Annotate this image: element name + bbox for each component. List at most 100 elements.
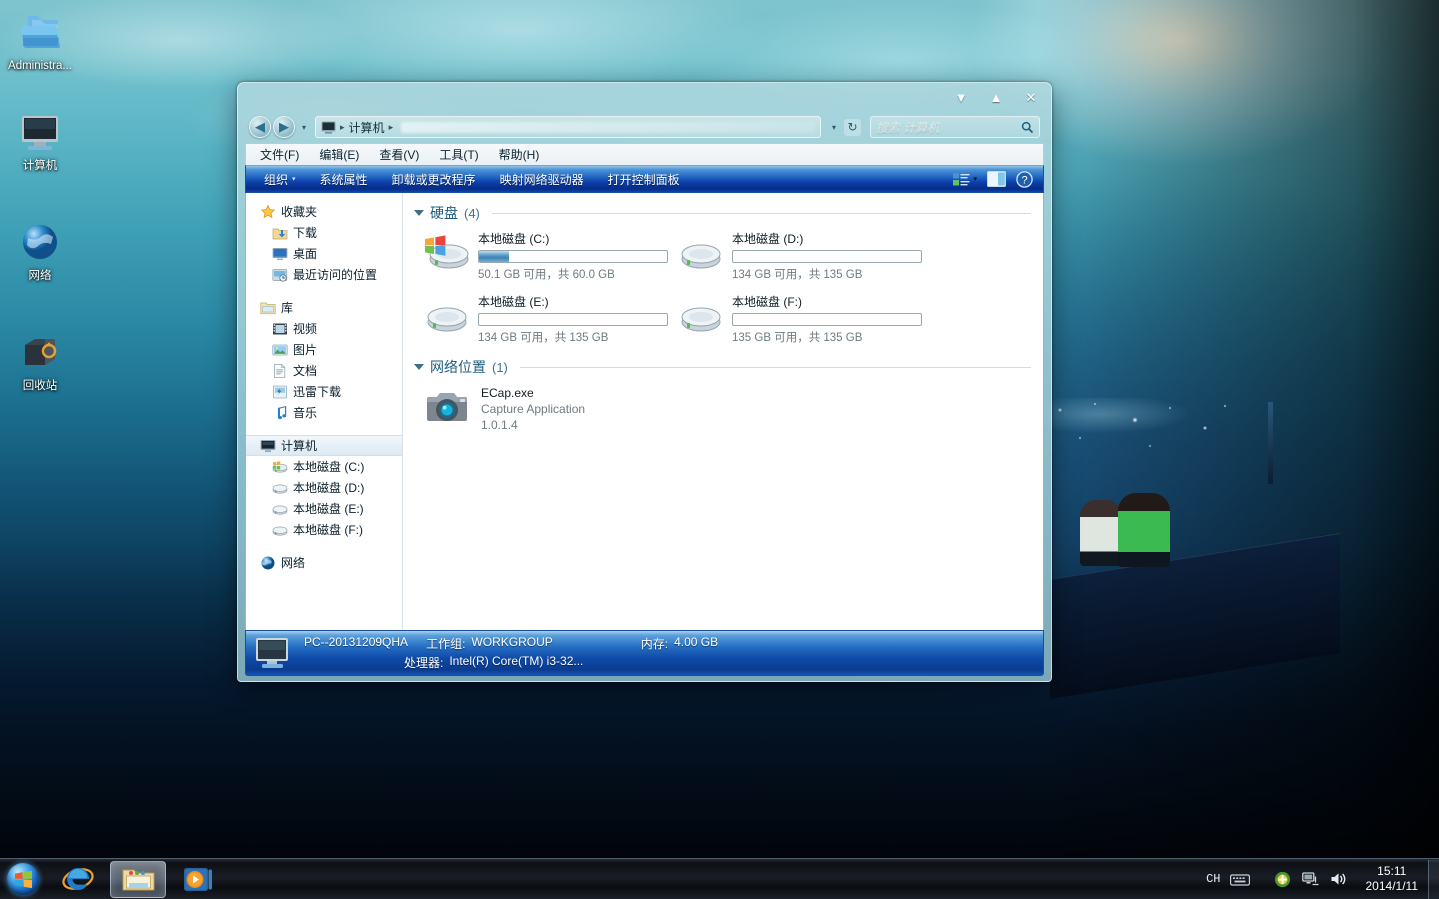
- refresh-icon[interactable]: ↻: [844, 118, 861, 136]
- recycle-bin-icon: [2, 328, 78, 376]
- nav-label-videos: 视频: [293, 322, 318, 336]
- group-divider: [491, 212, 1031, 214]
- nav-label-documents: 文档: [293, 364, 318, 378]
- drive-usage-fill-c: [479, 251, 510, 262]
- search-input[interactable]: 搜索 计算机: [870, 116, 1040, 138]
- drive-info-e: 本地磁盘 (E:) 134 GB 可用，共 135 GB: [478, 294, 668, 345]
- clock-date: 2014/1/11: [1365, 879, 1419, 893]
- clock[interactable]: 15:11 2014/1/11: [1360, 864, 1427, 894]
- clock-time: 15:11: [1377, 864, 1407, 878]
- nav-item-thunder-download[interactable]: 迅雷下载: [246, 381, 402, 402]
- drive-item-f[interactable]: 本地磁盘 (F:) 135 GB 可用，共 135 GB: [675, 292, 929, 347]
- window-titlebar[interactable]: ▼ ▲ ✕: [245, 83, 1044, 111]
- system-properties-button[interactable]: 系统属性: [308, 168, 380, 191]
- network-item-ecap[interactable]: ECap.exe Capture Application 1.0.1.4: [421, 383, 1043, 435]
- nav-label-network: 网络: [281, 556, 306, 570]
- start-button[interactable]: [0, 860, 46, 899]
- folder-icon: [2, 8, 78, 56]
- collapse-triangle-icon[interactable]: [414, 210, 424, 216]
- nav-item-drive-e[interactable]: 本地磁盘 (E:): [246, 498, 402, 519]
- taskbar-item-windows-explorer[interactable]: [110, 860, 166, 898]
- show-desktop-button[interactable]: [1428, 859, 1439, 899]
- tray-icons: [1262, 871, 1360, 888]
- desktop-icon-recycle-bin[interactable]: 回收站: [2, 328, 78, 393]
- command-bar-right: ▾ ?: [953, 170, 1037, 188]
- back-button[interactable]: ◀: [249, 116, 271, 138]
- help-icon[interactable]: ?: [1016, 170, 1033, 188]
- explorer-folder-icon: [122, 865, 155, 893]
- menu-view[interactable]: 查看(V): [371, 144, 427, 165]
- keyboard-icon[interactable]: [1229, 872, 1250, 887]
- menu-tools[interactable]: 工具(T): [431, 144, 486, 165]
- close-button[interactable]: ✕: [1018, 88, 1044, 106]
- history-dropdown-icon[interactable]: ▾: [300, 123, 308, 132]
- uninstall-change-program-button[interactable]: 卸载或更改程序: [380, 168, 488, 191]
- status-memory-value: 4.00 GB: [674, 635, 719, 649]
- system-drive-icon: [423, 231, 471, 271]
- maximize-button[interactable]: ▲: [983, 88, 1009, 106]
- shield-update-icon[interactable]: [1274, 871, 1291, 888]
- address-bar-empty-area[interactable]: [401, 121, 815, 133]
- drive-info-f: 本地磁盘 (F:) 135 GB 可用，共 135 GB: [732, 294, 922, 345]
- menu-file[interactable]: 文件(F): [252, 144, 307, 165]
- desktop-icon-computer[interactable]: 计算机: [2, 108, 78, 173]
- open-control-panel-button[interactable]: 打开控制面板: [596, 168, 692, 191]
- nav-item-drive-d[interactable]: 本地磁盘 (D:): [246, 477, 402, 498]
- taskbar[interactable]: CH 15:11 2014/1/11: [0, 858, 1439, 899]
- nav-item-drive-c[interactable]: 本地磁盘 (C:): [246, 456, 402, 477]
- forward-button[interactable]: ▶: [273, 116, 295, 138]
- minimize-button[interactable]: ▼: [948, 88, 974, 106]
- desktop-icon-network[interactable]: 网络: [2, 218, 78, 283]
- content-pane[interactable]: 硬盘 (4) 本地磁盘 (C:) 50.1 GB 可用，共 60.0 GB 本地…: [403, 193, 1043, 630]
- explorer-window[interactable]: ▼ ▲ ✕ ◀ ▶ ▾ ▸ 计算机 ▸ ▾ ↻ 搜索 计算机 文件(F) 编辑(…: [237, 82, 1052, 682]
- nav-label-drive-c: 本地磁盘 (C:): [293, 460, 365, 474]
- nav-item-videos[interactable]: 视频: [246, 318, 402, 339]
- drive-capacity-c: 50.1 GB 可用，共 60.0 GB: [478, 269, 615, 281]
- wallpaper-post: [1268, 402, 1273, 484]
- status-line-2: 处理器: Intel(R) Core(TM) i3-32...: [304, 654, 718, 671]
- nav-item-pictures[interactable]: 图片: [246, 339, 402, 360]
- wallpaper-pier: [1050, 533, 1340, 699]
- network-item-version: 1.0.1.4: [481, 418, 518, 432]
- collapse-triangle-icon-network[interactable]: [414, 364, 424, 370]
- nav-item-music[interactable]: 音乐: [246, 402, 402, 423]
- view-layout-icon[interactable]: ▾: [953, 172, 977, 187]
- recent-locations-icon[interactable]: ▾: [830, 123, 838, 132]
- group-header-network[interactable]: 网络位置 (1): [411, 357, 1043, 377]
- volume-icon[interactable]: [1330, 871, 1348, 887]
- desktop[interactable]: Administra... 计算机 网络 回收站 ▼ ▲ ✕ ◀ ▶ ▾ ▸ 计…: [0, 0, 1439, 899]
- navigation-pane[interactable]: 收藏夹 下载 桌面 最近访问的位置 库 视频 图片 文档 迅雷下载 音乐 计算机…: [246, 193, 403, 630]
- recent-places-icon: [272, 267, 288, 283]
- address-bar[interactable]: ▸ 计算机 ▸: [315, 116, 821, 138]
- nav-item-recent-places[interactable]: 最近访问的位置: [246, 264, 402, 285]
- nav-group-libraries[interactable]: 库: [246, 297, 402, 318]
- preview-pane-icon[interactable]: [987, 171, 1006, 187]
- globe-icon: [2, 218, 78, 266]
- video-icon: [272, 321, 288, 337]
- nav-item-downloads[interactable]: 下载: [246, 222, 402, 243]
- breadcrumb-separator-icon-2[interactable]: ▸: [389, 122, 394, 133]
- nav-spacer-3: [246, 540, 402, 552]
- breadcrumb-computer[interactable]: 计算机: [349, 119, 385, 136]
- nav-group-network[interactable]: 网络: [246, 552, 402, 573]
- nav-item-drive-f[interactable]: 本地磁盘 (F:): [246, 519, 402, 540]
- drive-item-d[interactable]: 本地磁盘 (D:) 134 GB 可用，共 135 GB: [675, 229, 929, 284]
- desktop-icon-administrator[interactable]: Administra...: [2, 8, 78, 73]
- menu-edit[interactable]: 编辑(E): [311, 144, 367, 165]
- nav-group-favorites[interactable]: 收藏夹: [246, 201, 402, 222]
- group-header-hdd[interactable]: 硬盘 (4): [411, 203, 1043, 223]
- status-computer-name: PC--20131209QHA: [304, 635, 409, 649]
- organize-button[interactable]: 组织 ▾: [252, 168, 308, 191]
- taskbar-item-internet-explorer[interactable]: [50, 861, 106, 898]
- taskbar-item-media-player[interactable]: [170, 861, 226, 898]
- drive-item-c[interactable]: 本地磁盘 (C:) 50.1 GB 可用，共 60.0 GB: [421, 229, 675, 284]
- network-icon[interactable]: [1301, 871, 1319, 888]
- map-network-drive-button[interactable]: 映射网络驱动器: [488, 168, 596, 191]
- menu-help[interactable]: 帮助(H): [491, 144, 548, 165]
- nav-item-documents[interactable]: 文档: [246, 360, 402, 381]
- drive-item-e[interactable]: 本地磁盘 (E:) 134 GB 可用，共 135 GB: [421, 292, 675, 347]
- ime-indicator[interactable]: CH: [1194, 872, 1261, 887]
- network-item-desc: Capture Application: [481, 402, 586, 416]
- nav-group-computer[interactable]: 计算机: [246, 435, 402, 456]
- nav-item-desktop[interactable]: 桌面: [246, 243, 402, 264]
